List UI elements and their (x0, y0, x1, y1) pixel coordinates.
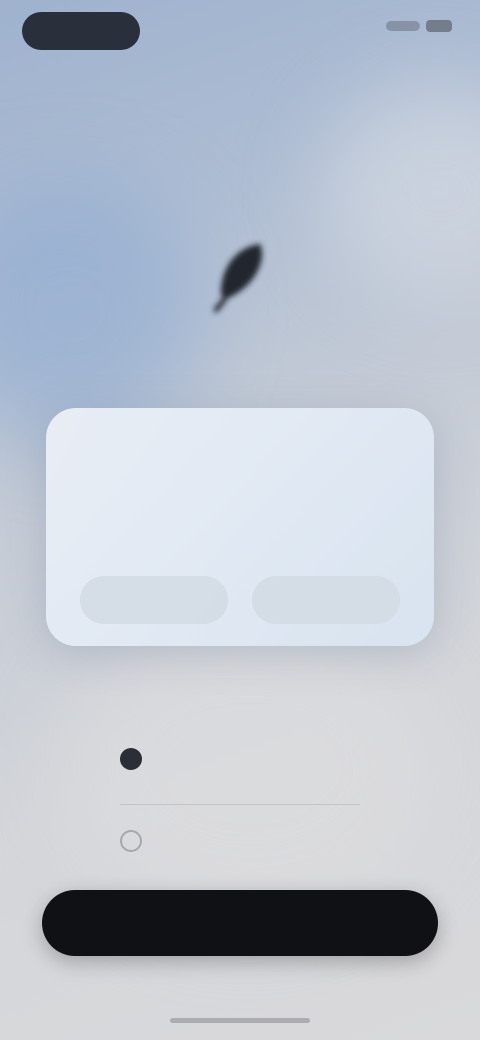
divider (120, 804, 360, 805)
app-screen (0, 0, 480, 1040)
feather-icon (190, 222, 290, 322)
status-indicators (386, 20, 452, 32)
background-glow (0, 180, 200, 440)
alert-dialog (46, 408, 434, 646)
background-glow (60, 620, 440, 920)
radio-unselected-icon[interactable] (120, 830, 142, 852)
continue-button[interactable] (42, 890, 438, 956)
dynamic-island (22, 12, 140, 50)
dialog-secondary-button[interactable] (80, 576, 228, 624)
signal-icon (386, 21, 420, 31)
option-row[interactable] (120, 830, 360, 852)
background-glow (320, 80, 480, 300)
radio-selected-icon[interactable] (120, 748, 142, 770)
dialog-primary-button[interactable] (252, 576, 400, 624)
option-row[interactable] (120, 748, 360, 770)
status-bar (0, 0, 480, 60)
home-indicator[interactable] (170, 1018, 310, 1023)
battery-icon (426, 20, 452, 32)
